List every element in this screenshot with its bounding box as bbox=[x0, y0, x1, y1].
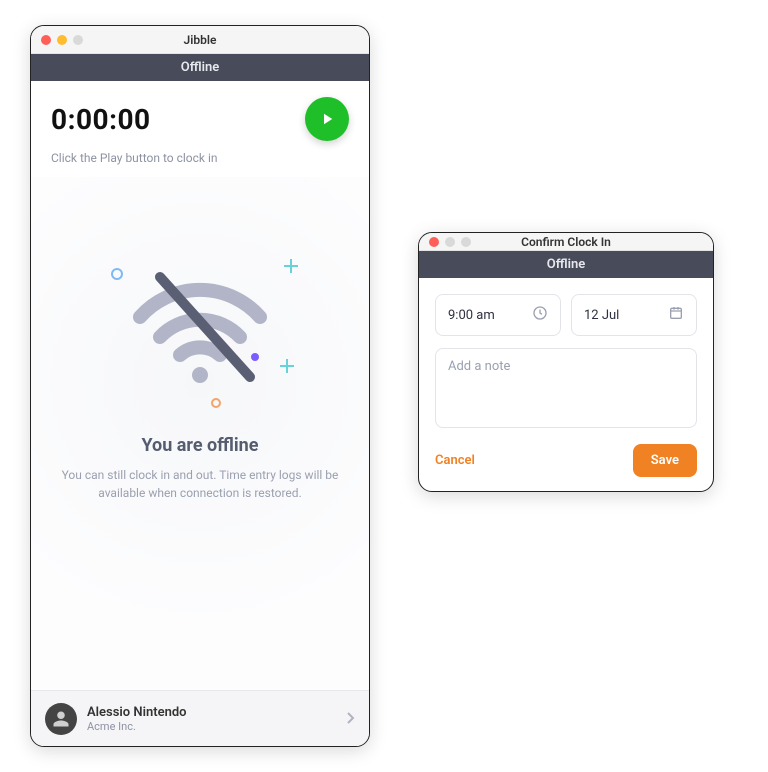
cancel-button[interactable]: Cancel bbox=[435, 453, 475, 468]
offline-banner: Offline bbox=[419, 251, 713, 278]
titlebar: Jibble bbox=[31, 26, 369, 54]
note-input[interactable] bbox=[435, 348, 697, 428]
clockin-hint: Click the Play button to clock in bbox=[31, 145, 369, 177]
confirm-clockin-window: Confirm Clock In Offline 9:00 am 12 Jul … bbox=[418, 232, 714, 492]
timer-display: 0:00:00 bbox=[51, 103, 151, 136]
avatar bbox=[45, 703, 77, 735]
offline-title: You are offline bbox=[141, 435, 258, 456]
play-icon bbox=[318, 110, 336, 128]
calendar-icon bbox=[668, 305, 684, 325]
time-value: 9:00 am bbox=[448, 308, 495, 323]
offline-subtitle: You can still clock in and out. Time ent… bbox=[55, 466, 345, 502]
date-value: 12 Jul bbox=[584, 308, 619, 323]
date-field[interactable]: 12 Jul bbox=[571, 294, 697, 336]
clock-icon bbox=[532, 305, 548, 325]
timer-row: 0:00:00 bbox=[31, 81, 369, 145]
form-body: 9:00 am 12 Jul bbox=[419, 278, 713, 444]
user-name: Alessio Nintendo bbox=[87, 705, 337, 720]
company-name: Acme Inc. bbox=[87, 720, 337, 733]
chevron-right-icon bbox=[347, 709, 355, 728]
window-title: Jibble bbox=[31, 33, 369, 47]
action-row: Cancel Save bbox=[419, 444, 713, 491]
user-info: Alessio Nintendo Acme Inc. bbox=[87, 705, 337, 733]
titlebar: Confirm Clock In bbox=[419, 233, 713, 251]
offline-empty-state: You are offline You can still clock in a… bbox=[31, 177, 369, 690]
wifi-off-illustration bbox=[110, 227, 290, 407]
user-footer[interactable]: Alessio Nintendo Acme Inc. bbox=[31, 690, 369, 746]
offline-banner: Offline bbox=[31, 54, 369, 81]
play-button[interactable] bbox=[305, 97, 349, 141]
window-title: Confirm Clock In bbox=[419, 235, 713, 249]
save-button[interactable]: Save bbox=[633, 444, 697, 477]
time-field[interactable]: 9:00 am bbox=[435, 294, 561, 336]
main-window: Jibble Offline 0:00:00 Click the Play bu… bbox=[30, 25, 370, 747]
